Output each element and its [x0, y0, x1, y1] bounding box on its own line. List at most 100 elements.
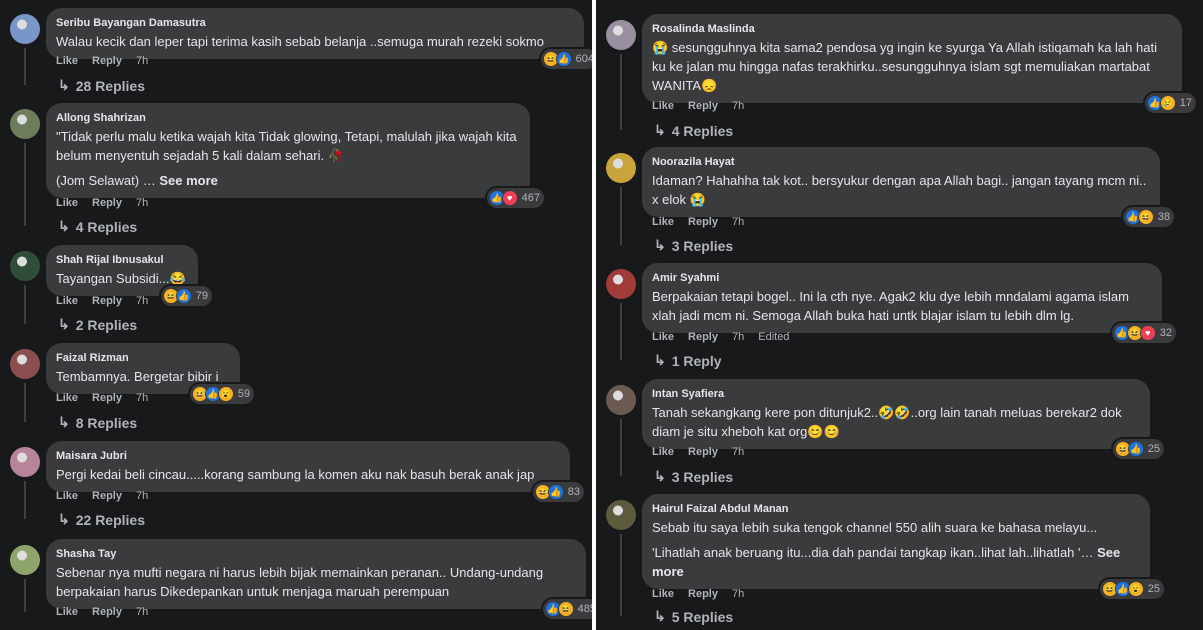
reaction-count: 59: [237, 388, 250, 400]
avatar[interactable]: [10, 447, 40, 477]
comment-text: 😭 sesungguhnya kita sama2 pendosa yg ing…: [652, 38, 1170, 95]
thread-line: [620, 54, 622, 130]
timestamp[interactable]: 7h: [732, 331, 744, 343]
see-more-link[interactable]: See more: [159, 173, 218, 188]
reactions-summary[interactable]: 😆 👍 😮 25: [1099, 579, 1164, 599]
reply-button[interactable]: Reply: [92, 295, 122, 307]
view-replies-link[interactable]: ↳ 8 Replies: [58, 414, 137, 431]
like-button[interactable]: Like: [56, 295, 78, 307]
comment-author[interactable]: Shah Rijal Ibnusakul: [56, 253, 186, 267]
avatar[interactable]: [606, 500, 636, 530]
reply-button[interactable]: Reply: [688, 588, 718, 600]
reply-button[interactable]: Reply: [92, 392, 122, 404]
avatar[interactable]: [10, 14, 40, 44]
reply-arrow-icon: ↳: [58, 414, 70, 430]
avatar[interactable]: [606, 269, 636, 299]
replies-count-label: 8 Replies: [75, 414, 138, 431]
reactions-summary[interactable]: 👍 😢 17: [1144, 93, 1196, 113]
avatar[interactable]: [10, 251, 40, 281]
comment-author[interactable]: Maisara Jubri: [56, 449, 558, 463]
replies-count-label: 1 Reply: [671, 352, 722, 369]
view-replies-link[interactable]: ↳ 5 Replies: [654, 608, 733, 625]
comment-author[interactable]: Shasha Tay: [56, 547, 574, 561]
reply-button[interactable]: Reply: [688, 100, 718, 112]
timestamp[interactable]: 7h: [732, 588, 744, 600]
like-button[interactable]: Like: [652, 100, 674, 112]
avatar[interactable]: [606, 153, 636, 183]
reply-button[interactable]: Reply: [92, 490, 122, 502]
reply-arrow-icon: ↳: [58, 511, 70, 527]
comment-actions: Like Reply 7h: [652, 216, 744, 228]
view-replies-link[interactable]: ↳ 3 Replies: [654, 237, 733, 254]
heart-icon: ♥: [1139, 325, 1156, 341]
comment-author[interactable]: Noorazila Hayat: [652, 155, 1148, 169]
reply-button[interactable]: Reply: [92, 197, 122, 209]
comment-author[interactable]: Seribu Bayangan Damasutra: [56, 16, 572, 30]
thumbs-up-icon: 👍: [547, 484, 564, 500]
avatar[interactable]: [606, 385, 636, 415]
comment-author[interactable]: Faizal Rizman: [56, 351, 228, 365]
view-replies-link[interactable]: ↳ 2 Replies: [58, 316, 137, 333]
laughing-face-icon: 😆: [557, 601, 574, 617]
timestamp[interactable]: 7h: [732, 446, 744, 458]
timestamp[interactable]: 7h: [136, 295, 148, 307]
reply-button[interactable]: Reply: [688, 446, 718, 458]
reactions-summary[interactable]: 😆 👍 😮 59: [189, 384, 254, 404]
avatar[interactable]: [606, 20, 636, 50]
comment-author[interactable]: Rosalinda Maslinda: [652, 22, 1170, 36]
comments-screenshot: Seribu Bayangan Damasutra Walau kecik dan…: [0, 0, 1203, 630]
view-replies-link[interactable]: ↳ 4 Replies: [58, 218, 137, 235]
comment-author[interactable]: Intan Syafiera: [652, 387, 1138, 401]
view-replies-link[interactable]: ↳ 1 Reply: [654, 352, 722, 369]
reactions-summary[interactable]: 👍 😆 38: [1122, 207, 1174, 227]
view-replies-link[interactable]: ↳ 3 Replies: [654, 468, 733, 485]
like-button[interactable]: Like: [56, 392, 78, 404]
timestamp[interactable]: 7h: [136, 392, 148, 404]
reply-button[interactable]: Reply: [688, 216, 718, 228]
like-button[interactable]: Like: [652, 446, 674, 458]
reply-arrow-icon: ↳: [58, 316, 70, 332]
comment-author[interactable]: Amir Syahmi: [652, 271, 1150, 285]
timestamp[interactable]: 7h: [732, 100, 744, 112]
thread-line: [620, 419, 622, 476]
view-replies-link[interactable]: ↳ 28 Replies: [58, 77, 145, 94]
reactions-summary[interactable]: 👍😆485: [542, 599, 592, 619]
timestamp[interactable]: 7h: [136, 55, 148, 67]
reply-button[interactable]: Reply: [92, 606, 122, 618]
like-button[interactable]: Like: [652, 331, 674, 343]
reactions-summary[interactable]: 👍 😆 ♥ 32: [1111, 323, 1176, 343]
reactions-summary[interactable]: 👍 ♥ 467: [486, 188, 544, 208]
view-replies-link[interactable]: ↳ 22 Replies: [58, 511, 145, 528]
like-button[interactable]: Like: [56, 197, 78, 209]
avatar[interactable]: [10, 545, 40, 575]
comment-text: Sebab itu saya lebih suka tengok channel…: [652, 518, 1138, 581]
avatar[interactable]: [10, 349, 40, 379]
timestamp[interactable]: 7h: [136, 197, 148, 209]
timestamp[interactable]: 7h: [732, 216, 744, 228]
like-button[interactable]: Like: [652, 588, 674, 600]
thread-line: [24, 285, 26, 324]
like-button[interactable]: Like: [56, 606, 78, 618]
reply-button[interactable]: Reply: [688, 331, 718, 343]
comment-author[interactable]: Allong Shahrizan: [56, 111, 518, 125]
like-button[interactable]: Like: [56, 490, 78, 502]
timestamp[interactable]: 7h: [136, 606, 148, 618]
reactions-summary[interactable]: 😆 👍 83: [532, 482, 584, 502]
reply-arrow-icon: ↳: [654, 468, 666, 484]
like-button[interactable]: Like: [652, 216, 674, 228]
view-replies-link[interactable]: ↳ 4 Replies: [654, 122, 733, 139]
wow-face-icon: 😮: [217, 386, 234, 402]
comment-author[interactable]: Hairul Faizal Abdul Manan: [652, 502, 1138, 516]
thread-line: [620, 534, 622, 616]
reply-button[interactable]: Reply: [92, 55, 122, 67]
reactions-summary[interactable]: 😆 👍 604: [540, 49, 592, 69]
reactions-summary[interactable]: 😆 👍 25: [1112, 439, 1164, 459]
comment-text: Idaman? Hahahha tak kot.. bersyukur deng…: [652, 171, 1148, 209]
right-comment-column: Rosalinda Maslinda 😭 sesungguhnya kita sa…: [596, 0, 1203, 630]
timestamp[interactable]: 7h: [136, 490, 148, 502]
reactions-summary[interactable]: 😆 👍 79: [160, 286, 212, 306]
comment-text-line: Idaman? Hahahha tak kot.. bersyukur deng…: [652, 173, 1147, 207]
like-button[interactable]: Like: [56, 55, 78, 67]
comment-bubble: Hairul Faizal Abdul Manan Sebab itu saya …: [642, 494, 1164, 599]
avatar[interactable]: [10, 109, 40, 139]
